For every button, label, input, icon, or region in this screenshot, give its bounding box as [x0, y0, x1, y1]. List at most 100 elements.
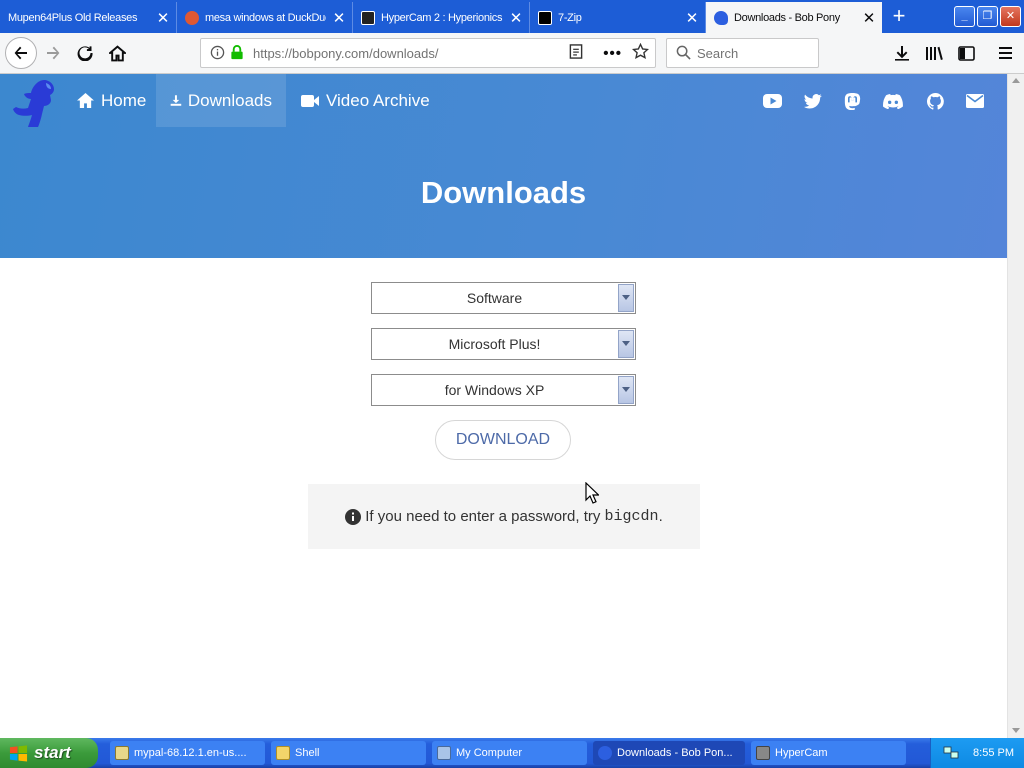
taskbar-item-hypercam[interactable]: HyperCam [751, 741, 906, 765]
tab-7zip[interactable]: 7-Zip ✕ [530, 2, 706, 33]
tab-title: HyperCam 2 : Hyperionics [381, 11, 503, 24]
download-icon [170, 95, 182, 106]
sidebar-icon [957, 45, 975, 61]
scroll-down-icon[interactable] [1012, 728, 1020, 733]
close-icon[interactable]: ✕ [679, 9, 705, 27]
taskbar-item-mypal[interactable]: mypal-68.12.1.en-us.... [110, 741, 265, 765]
nav-downloads-label: Downloads [187, 90, 272, 110]
close-icon[interactable]: ✕ [856, 9, 882, 27]
library-button[interactable] [919, 38, 949, 68]
video-camera-icon [301, 94, 319, 107]
tab-downloads-bob-pony[interactable]: Downloads - Bob Pony ✕ [706, 2, 882, 33]
page-scrollbar[interactable] [1007, 74, 1024, 738]
taskbar-item-label: My Computer [456, 747, 523, 759]
password-notice: If you need to enter a password, try big… [308, 484, 700, 549]
taskbar-item-label: mypal-68.12.1.en-us.... [134, 747, 247, 759]
chevron-down-icon[interactable] [618, 376, 634, 404]
close-window-button[interactable]: ✕ [1000, 6, 1021, 27]
reload-icon [77, 46, 93, 61]
page-actions-icon[interactable]: ••• [603, 45, 622, 62]
minimize-button[interactable]: _ [954, 6, 975, 27]
hypercam-icon [756, 746, 770, 760]
clock[interactable]: 8:55 PM [973, 747, 1014, 759]
library-icon [926, 46, 943, 60]
forward-button[interactable] [38, 38, 68, 68]
new-tab-button[interactable]: + [886, 4, 912, 30]
category-select[interactable]: Software [371, 282, 636, 314]
home-icon [77, 92, 94, 109]
close-icon[interactable]: ✕ [150, 9, 176, 27]
chevron-down-icon[interactable] [618, 284, 634, 312]
archive-file-icon [115, 746, 129, 760]
system-tray: 8:55 PM [930, 738, 1024, 768]
home-button[interactable] [102, 38, 132, 68]
duckduckgo-icon [185, 10, 199, 25]
web-page: Home Downloads Video Archive Downloads S… [0, 74, 1007, 738]
nav-video-archive-link[interactable]: Video Archive [286, 74, 444, 127]
url-text: https://bobpony.com/downloads/ [253, 45, 439, 61]
scroll-up-icon[interactable] [1012, 78, 1020, 83]
chevron-down-icon[interactable] [618, 330, 634, 358]
email-icon[interactable] [965, 91, 985, 111]
hamburger-menu-icon [998, 47, 1012, 59]
reader-view-icon[interactable] [569, 44, 583, 62]
site-navbar: Home Downloads Video Archive [0, 74, 1007, 127]
7zip-icon [538, 10, 552, 25]
search-input[interactable]: Search [666, 38, 819, 68]
bookmark-star-icon[interactable] [631, 42, 650, 63]
page-title: Downloads [420, 175, 587, 210]
bobpony-icon [714, 10, 728, 25]
home-icon [108, 44, 126, 61]
tab-strip: Mupen64Plus Old Releases ✕ mesa windows … [0, 0, 1024, 33]
download-arrow-icon [895, 46, 909, 61]
hero-banner: Home Downloads Video Archive Downloads [0, 74, 1007, 258]
downloads-button[interactable] [887, 38, 917, 68]
password-code: bigcdn [604, 508, 659, 525]
taskbar: start mypal-68.12.1.en-us.... Shell My C… [0, 738, 1024, 768]
bob-pony-logo-icon[interactable] [10, 77, 60, 127]
windows-logo-icon [9, 745, 28, 762]
version-select[interactable]: for Windows XP [371, 374, 636, 406]
lock-icon[interactable] [230, 45, 244, 63]
product-select-value: Microsoft Plus! [448, 336, 541, 352]
info-icon [345, 508, 362, 525]
youtube-icon[interactable] [762, 91, 782, 111]
taskbar-item-label: Downloads - Bob Pon... [617, 747, 733, 759]
discord-icon[interactable] [883, 91, 903, 111]
twitter-icon[interactable] [803, 91, 823, 111]
start-button[interactable]: start [0, 738, 98, 768]
nav-downloads-link[interactable]: Downloads [156, 74, 286, 127]
nav-home-link[interactable]: Home [62, 74, 160, 127]
folder-icon [276, 746, 290, 760]
notice-end: . [658, 508, 663, 525]
taskbar-item-label: HyperCam [775, 747, 828, 759]
sidebar-button[interactable] [951, 38, 981, 68]
url-bar[interactable]: https://bobpony.com/downloads/ ••• [200, 38, 656, 68]
close-icon[interactable]: ✕ [326, 9, 352, 27]
download-button[interactable]: DOWNLOAD [435, 420, 571, 460]
search-icon [676, 45, 691, 63]
menu-button[interactable] [990, 38, 1020, 68]
taskbar-item-shell[interactable]: Shell [271, 741, 426, 765]
tab-hypercam[interactable]: HyperCam 2 : Hyperionics ✕ [353, 2, 530, 33]
nav-video-archive-label: Video Archive [326, 90, 430, 110]
tab-title: Downloads - Bob Pony [734, 11, 840, 24]
reload-button[interactable] [70, 38, 100, 68]
network-icon[interactable] [943, 746, 959, 760]
category-select-value: Software [466, 290, 523, 306]
info-icon[interactable] [210, 45, 225, 63]
mastodon-icon[interactable] [842, 91, 862, 111]
product-select[interactable]: Microsoft Plus! [371, 328, 636, 360]
taskbar-item-downloads-bob-pony[interactable]: Downloads - Bob Pon... [593, 741, 745, 765]
tab-title: mesa windows at DuckDuckGo [205, 11, 326, 24]
close-icon[interactable]: ✕ [503, 9, 529, 27]
start-label: start [34, 743, 71, 762]
tab-duckduckgo[interactable]: mesa windows at DuckDuckGo ✕ [177, 2, 353, 33]
nav-home-label: Home [101, 90, 147, 110]
restore-button[interactable]: ❐ [977, 6, 998, 27]
taskbar-item-label: Shell [295, 747, 320, 759]
back-button[interactable] [5, 37, 37, 69]
taskbar-item-my-computer[interactable]: My Computer [432, 741, 587, 765]
github-icon[interactable] [925, 91, 945, 111]
tab-mupen64plus[interactable]: Mupen64Plus Old Releases ✕ [0, 2, 177, 33]
